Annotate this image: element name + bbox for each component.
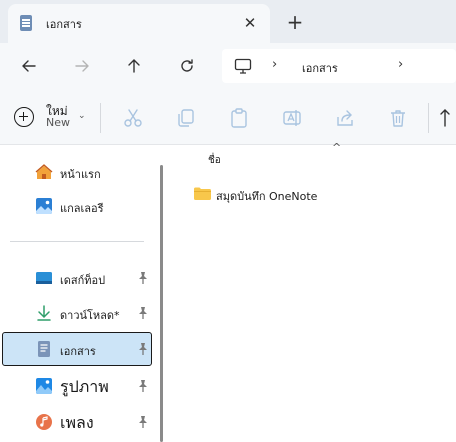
pin-icon[interactable] <box>137 271 149 285</box>
folder-icon <box>194 187 211 200</box>
gallery-icon <box>36 198 52 214</box>
sidebar-item-documents[interactable]: เอกสาร <box>2 332 152 366</box>
sidebar-scrollbar[interactable] <box>160 165 163 442</box>
documents-icon <box>38 341 50 357</box>
navigation-bar: › เอกสาร › <box>0 43 456 89</box>
back-button[interactable] <box>14 52 44 80</box>
sidebar-item-music[interactable]: เพลง <box>2 405 152 439</box>
pin-icon[interactable] <box>137 342 149 356</box>
sort-ascending-icon: ^ <box>332 141 342 154</box>
command-bar: ใหม่ New ⌄ <box>0 89 456 145</box>
chevron-down-icon: ⌄ <box>78 111 86 121</box>
file-name: สมุดบันทึก OneNote <box>216 190 318 203</box>
trash-icon <box>391 110 405 127</box>
new-tab-button[interactable]: + <box>283 11 307 35</box>
breadcrumb-chevron[interactable]: › <box>272 57 277 72</box>
new-label-en: New <box>46 116 70 129</box>
breadcrumb-expand-chevron[interactable]: › <box>398 57 403 72</box>
pin-icon[interactable] <box>137 306 149 320</box>
navigation-pane: หน้าแรก แกลเลอรี เดสก์ท็อป ดาวน์โหลด* เอ… <box>0 145 163 442</box>
file-row[interactable]: สมุดบันทึก OneNote <box>194 185 444 205</box>
new-button[interactable]: ใหม่ New ⌄ <box>14 105 90 131</box>
monitor-icon <box>234 58 252 74</box>
home-icon <box>35 164 53 179</box>
arrow-left-icon <box>22 60 36 72</box>
delete-button[interactable] <box>387 107 411 131</box>
sidebar-item-label: แกลเลอรี <box>60 202 104 215</box>
pin-icon[interactable] <box>137 415 149 429</box>
sidebar-item-label: หน้าแรก <box>60 168 101 181</box>
rename-button[interactable] <box>281 107 305 131</box>
sidebar-item-desktop[interactable]: เดสก์ท็อป <box>2 261 152 295</box>
cut-button[interactable] <box>122 107 146 131</box>
sidebar-item-label: เดสก์ท็อป <box>60 274 106 287</box>
sidebar-item-label: รูปภาพ <box>60 377 109 396</box>
clipboard-icon <box>231 108 247 128</box>
sidebar-divider <box>10 241 144 242</box>
arrow-right-icon <box>75 60 89 72</box>
column-header-name[interactable]: ชื่อ <box>208 153 221 168</box>
copy-icon <box>178 109 194 127</box>
up-button[interactable] <box>119 52 149 80</box>
close-tab-button[interactable]: ✕ <box>240 13 260 33</box>
pin-icon[interactable] <box>137 379 149 393</box>
sidebar-item-downloads[interactable]: ดาวน์โหลด* <box>2 296 152 330</box>
sidebar-item-label: ดาวน์โหลด* <box>60 309 120 322</box>
toolbar-divider <box>100 103 101 133</box>
sidebar-item-pictures[interactable]: รูปภาพ <box>2 369 152 403</box>
file-list: ^ ชื่อ สมุดบันทึก OneNote <box>172 141 456 442</box>
sort-icon <box>440 109 450 127</box>
sidebar-item-gallery[interactable]: แกลเลอรี <box>2 189 152 223</box>
sidebar-item-label: เอกสาร <box>60 345 96 358</box>
share-icon <box>337 110 353 126</box>
address-bar[interactable]: › เอกสาร › <box>222 49 456 83</box>
scissors-icon <box>124 109 142 127</box>
arrow-up-icon <box>128 59 140 73</box>
rename-icon <box>283 110 301 126</box>
tab-title: เอกสาร <box>46 18 82 31</box>
paste-button[interactable] <box>228 107 252 131</box>
desktop-icon <box>36 272 52 284</box>
refresh-button[interactable] <box>172 52 202 80</box>
sidebar-item-home[interactable]: หน้าแรก <box>2 155 152 189</box>
forward-button[interactable] <box>67 52 97 80</box>
refresh-icon <box>181 59 193 72</box>
tab-documents[interactable]: เอกสาร ✕ <box>8 4 270 43</box>
music-icon <box>36 414 52 430</box>
pictures-icon <box>36 378 52 394</box>
toolbar-divider <box>428 103 429 133</box>
breadcrumb-documents[interactable]: เอกสาร <box>302 59 338 77</box>
tab-strip: เอกสาร ✕ + <box>0 0 456 43</box>
copy-button[interactable] <box>175 107 199 131</box>
sidebar-item-label: เพลง <box>60 413 94 432</box>
share-button[interactable] <box>334 107 358 131</box>
documents-icon <box>20 15 32 31</box>
sort-button[interactable] <box>438 107 456 131</box>
download-icon <box>37 305 51 321</box>
add-circle-icon <box>14 107 34 127</box>
